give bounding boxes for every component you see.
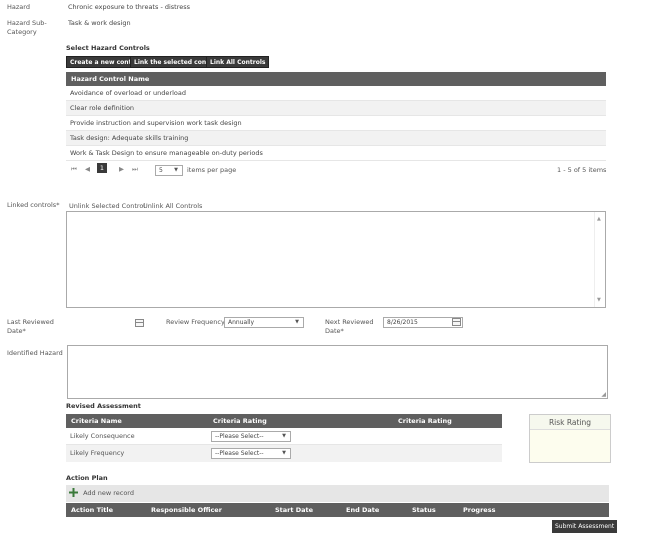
criteria-name-header: Criteria Name — [71, 417, 122, 425]
last-reviewed-calendar-icon[interactable] — [135, 319, 144, 327]
pager-summary: 1 - 5 of 5 items — [557, 166, 607, 174]
pager-first-icon[interactable]: ⏮ — [71, 165, 77, 174]
last-reviewed-label: Last Reviewed Date* — [7, 318, 54, 336]
action-plan-title: Action Plan — [66, 474, 108, 482]
hazard-subcategory-label-line2: Category — [7, 28, 37, 36]
next-reviewed-label: Next Reviewed Date* — [325, 318, 374, 336]
control-row[interactable]: Clear role definition — [66, 101, 606, 116]
page-size-select[interactable]: 5 ▼ — [155, 165, 183, 176]
action-plan-toolbar: Add new record — [66, 485, 609, 502]
hazard-value: Chronic exposure to threats - distress — [68, 3, 191, 11]
criteria-rating-header-2: Criteria Rating — [398, 417, 452, 425]
next-reviewed-label-line2: Date* — [325, 327, 344, 335]
criteria-rating-value: --Please Select-- — [215, 450, 264, 457]
review-frequency-select[interactable]: Annually ▼ — [224, 317, 304, 328]
criteria-rating-header: Criteria Rating — [213, 417, 267, 425]
resize-handle-icon[interactable]: ◢ — [601, 392, 606, 398]
chevron-down-icon: ▼ — [282, 433, 286, 439]
pager-prev-icon[interactable]: ◀ — [85, 165, 90, 173]
chevron-down-icon: ▼ — [282, 450, 286, 456]
pager-last-icon[interactable]: ⏭ — [132, 165, 138, 174]
criteria-row: Likely Frequency --Please Select-- ▼ — [66, 445, 502, 462]
add-record-label: Add new record — [83, 488, 134, 497]
linked-controls-label: Linked controls* — [7, 201, 60, 209]
end-date-header: End Date — [346, 506, 380, 514]
hazard-subcategory-label-line1: Hazard Sub- — [7, 19, 47, 27]
scroll-up-icon[interactable]: ▲ — [597, 216, 601, 222]
next-reviewed-calendar-icon[interactable] — [452, 318, 461, 326]
progress-header: Progress — [463, 506, 496, 514]
control-row[interactable]: Avoidance of overload or underload — [66, 86, 606, 101]
status-header: Status — [412, 506, 436, 514]
identified-hazard-textarea[interactable]: ◢ — [67, 345, 608, 399]
risk-rating-panel: Risk Rating — [529, 414, 611, 463]
unlink-selected-link[interactable]: Unlink Selected Control — [69, 202, 145, 210]
criteria-rating-select[interactable]: --Please Select-- ▼ — [211, 431, 291, 442]
criteria-rating-select[interactable]: --Please Select-- ▼ — [211, 448, 291, 459]
last-reviewed-label-line2: Date* — [7, 327, 26, 335]
next-reviewed-date-value: 8/26/2015 — [387, 319, 418, 326]
hazard-label: Hazard — [7, 3, 30, 11]
linked-controls-list[interactable]: ▲ ▼ — [66, 211, 606, 308]
controls-grid-header: Hazard Control Name — [66, 72, 606, 86]
control-row-label: Avoidance of overload or underload — [70, 89, 186, 97]
pager-current-page[interactable]: 1 — [97, 163, 107, 173]
hazard-subcategory-label: Hazard Sub- Category — [7, 19, 47, 37]
submit-assessment-button[interactable]: Submit Assessment — [552, 520, 618, 533]
control-row-label: Task design: Adequate skills training — [70, 134, 189, 142]
plus-icon — [69, 488, 78, 497]
review-frequency-value: Annually — [228, 319, 255, 326]
chevron-down-icon: ▼ — [295, 319, 299, 325]
responsible-officer-header: Responsible Officer — [151, 506, 222, 514]
next-reviewed-label-line1: Next Reviewed — [325, 318, 374, 326]
action-plan-grid-header: Action Title Responsible Officer Start D… — [66, 503, 609, 517]
revised-grid-header: Criteria Name Criteria Rating Criteria R… — [66, 414, 502, 428]
criteria-name: Likely Consequence — [70, 432, 135, 440]
criteria-row: Likely Consequence --Please Select-- ▼ — [66, 428, 502, 445]
control-row[interactable]: Work & Task Design to ensure manageable … — [66, 146, 606, 161]
control-row-label: Provide instruction and supervision work… — [70, 119, 242, 127]
risk-rating-label: Risk Rating — [530, 415, 610, 430]
identified-hazard-label: Identified Hazard — [7, 349, 63, 357]
page-size-value: 5 — [159, 167, 163, 174]
next-reviewed-date-input[interactable]: 8/26/2015 — [383, 317, 463, 328]
start-date-header: Start Date — [275, 506, 314, 514]
criteria-name: Likely Frequency — [70, 449, 125, 457]
scroll-down-icon[interactable]: ▼ — [597, 297, 601, 303]
items-per-page-label: items per page — [187, 166, 237, 174]
add-record-button[interactable]: Add new record — [69, 488, 134, 497]
hazard-subcategory-value: Task & work design — [68, 19, 131, 27]
select-controls-title: Select Hazard Controls — [66, 44, 150, 52]
revised-assessment-title: Revised Assessment — [66, 402, 141, 410]
chevron-down-icon: ▼ — [174, 167, 178, 173]
linked-controls-scrollbar[interactable]: ▲ ▼ — [594, 212, 605, 307]
action-title-header: Action Title — [71, 506, 113, 514]
control-row[interactable]: Task design: Adequate skills training — [66, 131, 606, 146]
control-row[interactable]: Provide instruction and supervision work… — [66, 116, 606, 131]
last-reviewed-label-line1: Last Reviewed — [7, 318, 54, 326]
review-frequency-label: Review Frequency* — [166, 318, 229, 326]
control-row-label: Work & Task Design to ensure manageable … — [70, 149, 263, 157]
unlink-all-link[interactable]: Unlink All Controls — [143, 202, 202, 210]
pager-next-icon[interactable]: ▶ — [119, 165, 124, 173]
link-all-controls-button[interactable]: Link All Controls — [206, 56, 270, 68]
control-row-label: Clear role definition — [70, 104, 135, 112]
criteria-rating-value: --Please Select-- — [215, 433, 264, 440]
